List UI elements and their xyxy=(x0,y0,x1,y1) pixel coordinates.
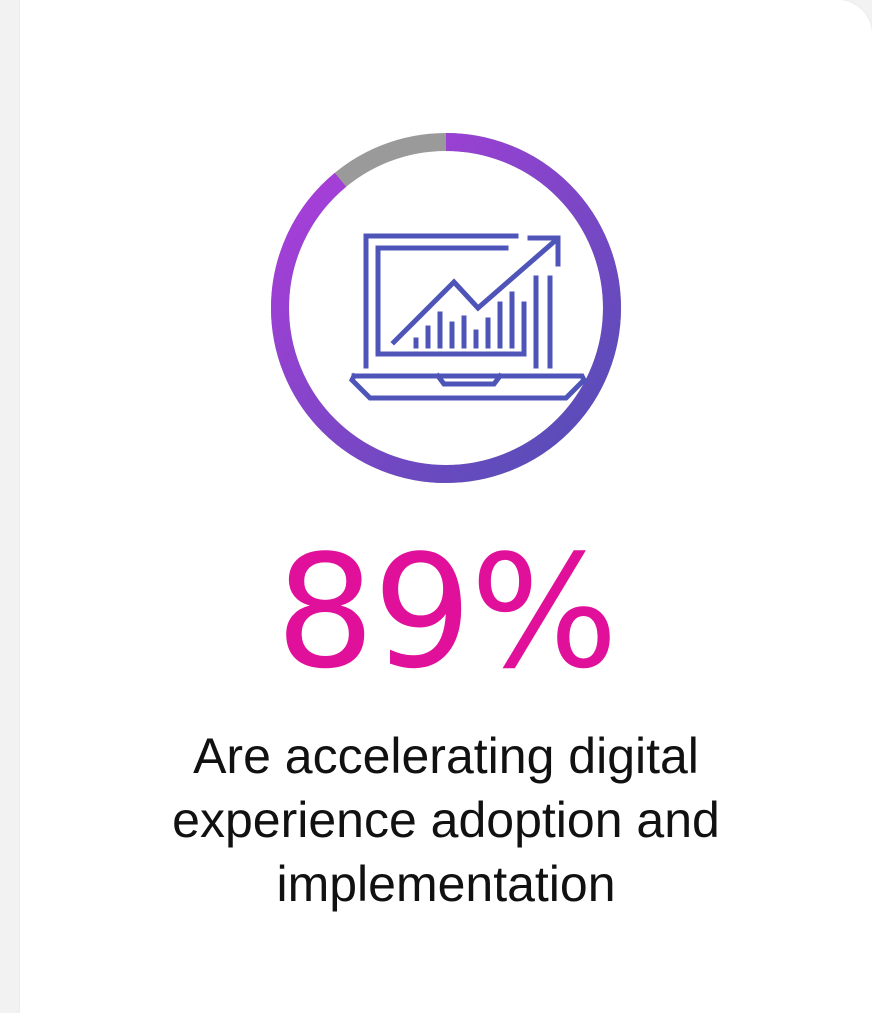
stat-card: 89% Are accelerating digital experience … xyxy=(20,0,872,1013)
stat-percentage: 89% xyxy=(275,521,619,703)
stat-caption: Are accelerating digital experience adop… xyxy=(172,728,720,912)
progress-ring-svg xyxy=(271,133,621,483)
laptop-growth-chart-icon xyxy=(348,233,588,401)
progress-ring-arc xyxy=(271,133,621,483)
progress-ring xyxy=(266,128,626,488)
